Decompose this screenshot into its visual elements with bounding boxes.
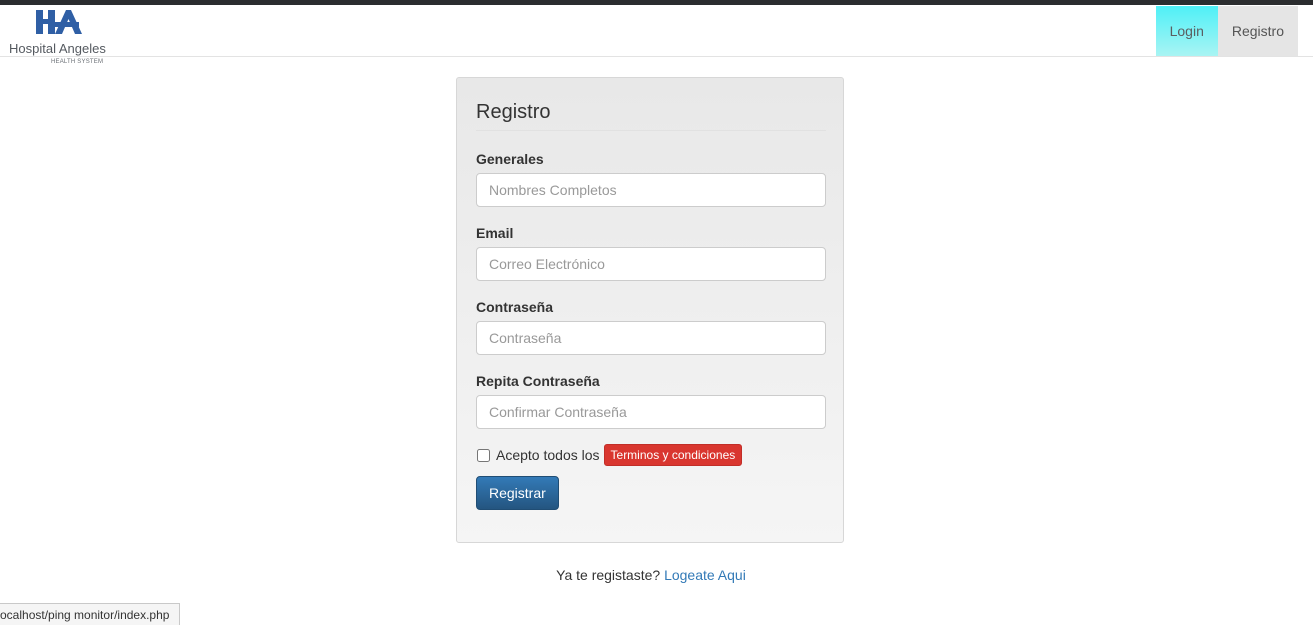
status-bar-url: ocalhost/ping monitor/index.php (0, 603, 181, 625)
logo-subtitle: HEALTH SYSTEM (51, 59, 104, 65)
register-button[interactable]: Registrar (476, 476, 559, 510)
ha-monogram-icon (36, 10, 82, 34)
terms-text: Acepto todos los (496, 447, 600, 463)
panel-title: Registro (476, 100, 826, 131)
nav-login-link[interactable]: Login (1155, 6, 1218, 56)
nav-registro-link[interactable]: Registro (1217, 6, 1298, 56)
login-here-link[interactable]: Logeate Aqui (664, 567, 746, 583)
register-panel: Registro Generales Email Contraseña Repi… (456, 77, 844, 543)
terms-link[interactable]: Terminos y condiciones (603, 444, 743, 466)
email-label: Email (476, 225, 514, 241)
login-prompt-text: Ya te registaste? (556, 567, 661, 583)
confirm-password-label: Repita Contraseña (476, 373, 600, 389)
terms-row: Acepto todos los Terminos y condiciones (476, 444, 743, 466)
password-input[interactable] (476, 321, 826, 355)
login-prompt: Ya te registaste? Logeate Aqui (0, 566, 1302, 584)
terms-checkbox[interactable] (477, 448, 490, 462)
nav-menu: Login Registro (1155, 6, 1298, 56)
confirm-password-input[interactable] (476, 395, 826, 429)
email-input[interactable] (476, 247, 826, 281)
navbar: Hospital Angeles HEALTH SYSTEM Login Reg… (0, 5, 1313, 65)
hospital-logo[interactable]: Hospital Angeles HEALTH SYSTEM (6, 8, 112, 66)
password-label: Contraseña (476, 299, 554, 315)
full-name-input[interactable] (476, 173, 826, 207)
generales-label: Generales (476, 151, 544, 167)
logo-name: Hospital Angeles (9, 41, 106, 56)
